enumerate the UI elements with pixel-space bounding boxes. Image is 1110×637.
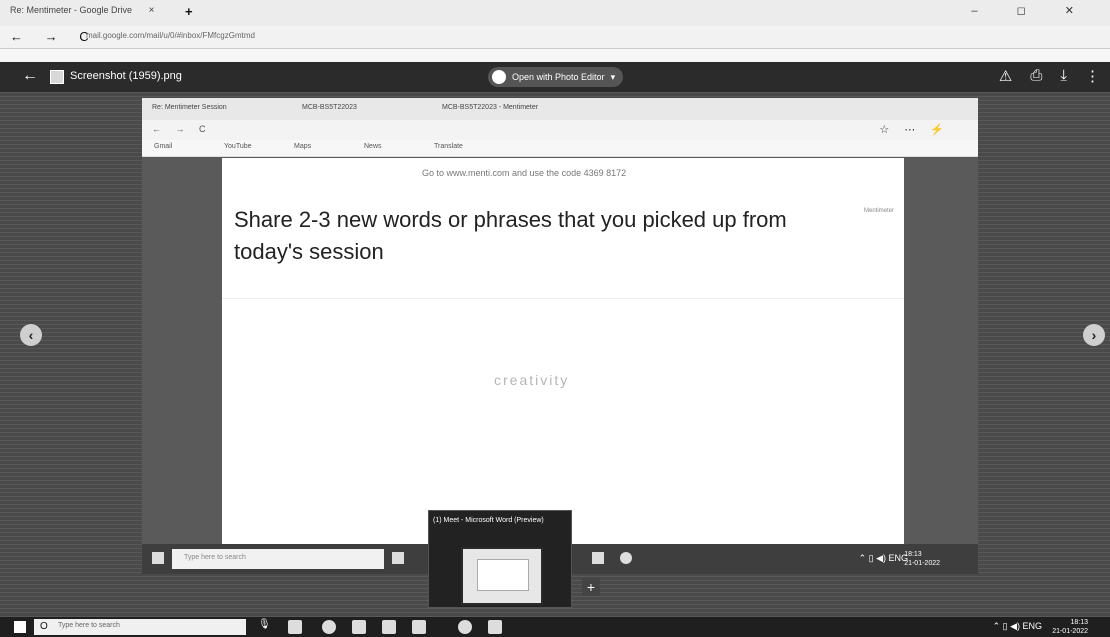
open-with-label: Open with Photo Editor [512, 72, 605, 82]
bookmark: YouTube [224, 143, 252, 150]
store-icon[interactable] [382, 620, 396, 634]
inner-time: 18:13 [904, 551, 922, 558]
slide-question: Share 2-3 new words or phrases that you … [234, 207, 787, 264]
add-to-drive-icon[interactable]: ⚠ [999, 67, 1012, 85]
outer-tab[interactable]: Re: Mentimeter - Google Drive × [10, 5, 154, 16]
inner-address-bar: ← → C ☆ ⋯ ⚡ [142, 120, 978, 140]
outer-tab-bar: Re: Mentimeter - Google Drive × + – ◻ ✕ [0, 0, 1110, 26]
start-button[interactable] [14, 621, 26, 633]
print-icon[interactable]: ⎙ [1030, 67, 1042, 85]
taskbar-clock[interactable]: 18:13 21-01-2022 [1052, 618, 1088, 636]
inner-clock: 18:13 21-01-2022 [904, 550, 940, 568]
mic-icon[interactable]: 🎙 [258, 619, 271, 630]
inner-nav-buttons: ← → C [152, 124, 212, 134]
window-thumbnail[interactable] [461, 547, 543, 605]
window-controls[interactable]: – ◻ ✕ [971, 4, 1092, 17]
bookmark: Gmail [154, 143, 173, 150]
file-name: Screenshot (1959).png [70, 70, 182, 82]
slide-divider [222, 298, 904, 299]
system-tray[interactable]: ⌃ ▯ ◀) ENG [993, 621, 1042, 632]
inner-extension-icons: ☆ ⋯ ⚡ [879, 124, 950, 136]
slide-side-note: Mentimeter [863, 208, 894, 214]
inner-tab: MCB-BS5T22023 - Mentimeter [442, 104, 539, 111]
taskbar-preview-popup[interactable]: (1) Meet - Microsoft Word (Preview) [428, 510, 572, 608]
open-with-button[interactable]: Open with Photo Editor ▾ [488, 67, 624, 87]
inner-search-box: Type here to search [172, 549, 384, 569]
app-icon [592, 552, 604, 564]
bookmark: News [364, 143, 382, 150]
taskview-icon [392, 552, 404, 564]
inner-search-placeholder: Type here to search [184, 554, 246, 561]
taskbar-search-box[interactable]: O Type here to search [34, 619, 246, 635]
cortana-icon: O [40, 621, 48, 632]
more-options-icon[interactable]: ⋮ [1085, 67, 1100, 85]
back-arrow-icon[interactable]: ← [22, 67, 38, 85]
inner-tab: MCB-BS5T22023 [302, 104, 357, 111]
download-icon[interactable]: ⤓ [1060, 67, 1067, 85]
thumbnail-content [477, 559, 529, 591]
new-tab-button[interactable]: + [185, 4, 193, 19]
edge-icon[interactable] [322, 620, 336, 634]
outer-address-bar: ← → C mail.google.com/mail/u/0/#inbox/FM… [0, 26, 1110, 49]
viewer-toolbar: ← Screenshot (1959).png Open with Photo … [0, 62, 1110, 92]
previous-image-button[interactable]: ‹ [20, 324, 42, 346]
screenshot-image: Re: Mentimeter Session MCB-BS5T22023 MCB… [142, 98, 978, 574]
app-icon[interactable] [488, 620, 502, 634]
mail-icon[interactable] [412, 620, 426, 634]
word-cloud-word: creativity [494, 372, 570, 388]
inner-date: 21-01-2022 [904, 560, 940, 567]
outer-url-field[interactable]: mail.google.com/mail/u/0/#inbox/FMfcgzGm… [86, 31, 255, 40]
taskbar-time: 18:13 [1070, 619, 1088, 626]
inner-tab: Re: Mentimeter Session [152, 104, 227, 111]
windows-logo-icon [152, 552, 164, 564]
viewer-actions: ⚠ ⎙ ⤓ ⋮ [999, 67, 1100, 85]
taskview-icon[interactable] [288, 620, 302, 634]
file-explorer-icon[interactable] [352, 620, 366, 634]
bookmark: Translate [434, 143, 463, 150]
outer-tab-title: Re: Mentimeter - Google Drive [10, 5, 133, 15]
chrome-icon [620, 552, 632, 564]
outer-nav-buttons[interactable]: ← → C [10, 29, 98, 44]
chevron-down-icon[interactable]: ▾ [611, 72, 616, 83]
next-image-button[interactable]: › [1083, 324, 1105, 346]
join-instructions: Go to www.menti.com and use the code 436… [422, 168, 627, 178]
inner-system-tray: ⌃ ▯ ◀) ENG [858, 553, 908, 563]
popup-title: (1) Meet - Microsoft Word (Preview) [433, 517, 544, 524]
photo-editor-icon [492, 70, 506, 84]
inner-tab-bar: Re: Mentimeter Session MCB-BS5T22023 MCB… [142, 98, 978, 120]
bookmark: Maps [294, 143, 312, 150]
taskbar-date: 21-01-2022 [1052, 628, 1088, 635]
inner-bookmarks-bar: Gmail YouTube Maps News Translate [142, 140, 978, 157]
search-placeholder: Type here to search [58, 622, 120, 629]
add-button[interactable]: + [582, 578, 600, 596]
windows-taskbar: O Type here to search 🎙 ⌃ ▯ ◀) ENG 18:13… [0, 617, 1110, 637]
close-icon[interactable]: × [149, 5, 155, 16]
chrome-icon[interactable] [458, 620, 472, 634]
image-file-icon [50, 70, 64, 84]
